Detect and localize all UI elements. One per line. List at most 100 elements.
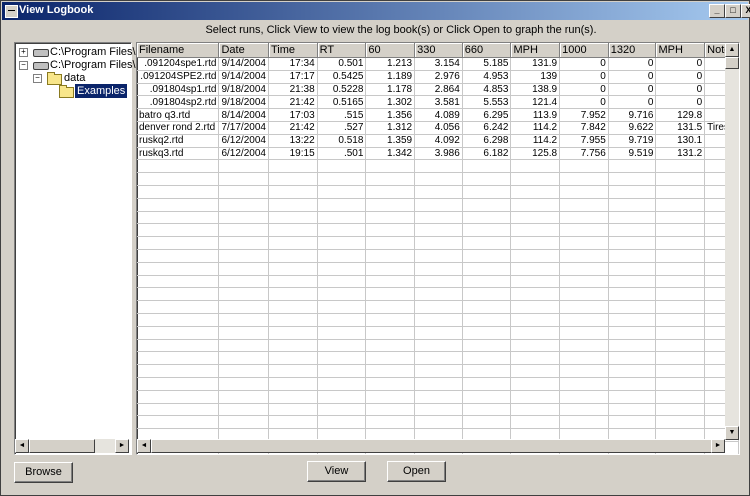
tree-horizontal-scrollbar[interactable]: ◄ ► — [15, 439, 129, 453]
table-cell: 1.356 — [365, 108, 416, 122]
table-cell — [462, 390, 512, 404]
table-cell: .501 — [317, 147, 367, 161]
column-header[interactable]: 60 — [365, 43, 416, 58]
table-cell — [559, 300, 609, 314]
window-title: View Logbook — [19, 4, 94, 16]
table-cell — [414, 262, 463, 276]
column-header[interactable]: Filename — [137, 43, 220, 58]
table-cell: 9/14/2004 — [218, 57, 269, 71]
table-cell: .515 — [317, 108, 367, 122]
table-cell — [414, 236, 463, 250]
column-header[interactable]: RT — [317, 43, 367, 58]
empty-row — [137, 223, 739, 238]
table-cell — [608, 223, 657, 238]
view-button[interactable]: View — [307, 461, 366, 482]
scroll-thumb[interactable] — [29, 439, 95, 453]
table-cell — [655, 211, 706, 225]
folder-tree[interactable]: + C:\Program Files\RPM − C:\Program File… — [14, 42, 160, 455]
table-cell — [559, 172, 609, 186]
table-cell — [414, 377, 463, 391]
table-cell — [365, 159, 416, 174]
table-cell — [462, 339, 512, 353]
table-cell — [462, 236, 512, 250]
scroll-left-button[interactable]: ◄ — [137, 439, 151, 453]
table-row[interactable]: ruskq3.rtd 6/12/2004 19:15.501 1.342 3.986 6.… — [137, 147, 739, 161]
empty-row — [137, 351, 739, 366]
title-bar[interactable]: View Logbook _ □ X — [2, 2, 750, 20]
grid-vertical-scrollbar[interactable]: ▲ ▼ — [725, 43, 739, 440]
table-cell — [218, 415, 269, 430]
table-cell — [365, 364, 416, 378]
table-cell: 0 — [559, 83, 609, 97]
table-cell — [268, 300, 318, 314]
column-header[interactable]: MPH — [655, 43, 706, 58]
table-row[interactable]: .091204spe1.rtd 9/14/2004 17:34 0.501 1.213 3… — [137, 57, 739, 71]
empty-row — [137, 339, 739, 353]
table-row[interactable]: denver rond 2.rtd 7/17/2004 21:42.527 1.312… — [137, 121, 739, 135]
table-cell — [365, 211, 416, 225]
table-row[interactable]: ruskq2.rtd 6/12/2004 13:22 0.518 1.359 4.092 6… — [137, 134, 739, 148]
scroll-up-button[interactable]: ▲ — [725, 43, 739, 57]
table-cell — [365, 415, 416, 430]
close-button[interactable]: X — [741, 4, 750, 18]
table-cell: 131.5 — [655, 121, 706, 135]
table-cell — [608, 403, 657, 417]
table-cell — [510, 403, 561, 417]
table-cell: 4.092 — [414, 134, 463, 148]
table-cell — [559, 351, 609, 366]
empty-row — [137, 275, 739, 289]
scroll-down-button[interactable]: ▼ — [725, 426, 739, 440]
table-cell — [218, 326, 269, 340]
table-row[interactable]: batro q3.rtd 8/14/2004 17:03.515 1.356 4.089… — [137, 108, 739, 122]
table-cell — [365, 249, 416, 263]
table-cell — [559, 198, 609, 212]
collapse-icon[interactable]: − — [33, 74, 42, 83]
table-cell: 3.581 — [414, 95, 463, 110]
table-cell — [462, 211, 512, 225]
table-cell — [317, 223, 367, 238]
grid-horizontal-scrollbar[interactable]: ◄ ► — [137, 439, 725, 453]
table-cell — [137, 339, 220, 353]
table-row[interactable]: .091804sp2.rtd 9/18/2004 21:42 0.5165 1.302 3… — [137, 95, 739, 110]
table-row[interactable]: .091204SPE2.rtd 9/14/2004 17:17 0.5425 1.189… — [137, 70, 739, 84]
column-header[interactable]: MPH — [510, 43, 561, 58]
scroll-right-button[interactable]: ► — [115, 439, 129, 453]
table-cell — [365, 262, 416, 276]
minimize-button[interactable]: _ — [709, 4, 725, 18]
scroll-right-button[interactable]: ► — [711, 439, 725, 453]
empty-row — [137, 326, 739, 340]
column-header[interactable]: 1000 — [559, 43, 609, 58]
scroll-thumb[interactable] — [151, 439, 713, 453]
table-cell — [218, 300, 269, 314]
column-header[interactable]: Date — [218, 43, 269, 58]
column-header[interactable]: 1320 — [608, 43, 657, 58]
table-cell — [317, 262, 367, 276]
expand-icon[interactable]: + — [19, 48, 28, 57]
column-header[interactable]: 330 — [414, 43, 463, 58]
table-cell — [365, 275, 416, 289]
logbook-grid[interactable]: Filename Date Time RT 60 330 660 MPH 1000 1320 MPH… — [136, 42, 740, 455]
table-cell — [559, 287, 609, 302]
table-cell — [608, 364, 657, 378]
scroll-thumb[interactable] — [725, 57, 739, 69]
table-cell — [608, 262, 657, 276]
table-row[interactable]: .091804sp1.rtd 9/18/2004 21:38 0.5228 1.178 2… — [137, 83, 739, 97]
table-cell: 1.302 — [365, 95, 416, 110]
table-cell — [317, 351, 367, 366]
maximize-button[interactable]: □ — [725, 4, 741, 18]
table-cell — [137, 287, 220, 302]
open-button[interactable]: Open — [387, 461, 446, 482]
collapse-icon[interactable]: − — [19, 61, 28, 70]
table-cell — [317, 313, 367, 327]
scroll-left-button[interactable]: ◄ — [15, 439, 29, 453]
table-cell — [137, 403, 220, 417]
table-cell — [608, 351, 657, 366]
browse-button[interactable]: Browse — [14, 462, 73, 483]
column-header[interactable]: 660 — [462, 43, 512, 58]
table-cell — [559, 313, 609, 327]
table-cell — [137, 351, 220, 366]
table-cell: 5.185 — [462, 57, 512, 71]
table-cell — [462, 249, 512, 263]
table-cell: batro q3.rtd — [137, 108, 220, 122]
column-header[interactable]: Time — [268, 43, 318, 58]
